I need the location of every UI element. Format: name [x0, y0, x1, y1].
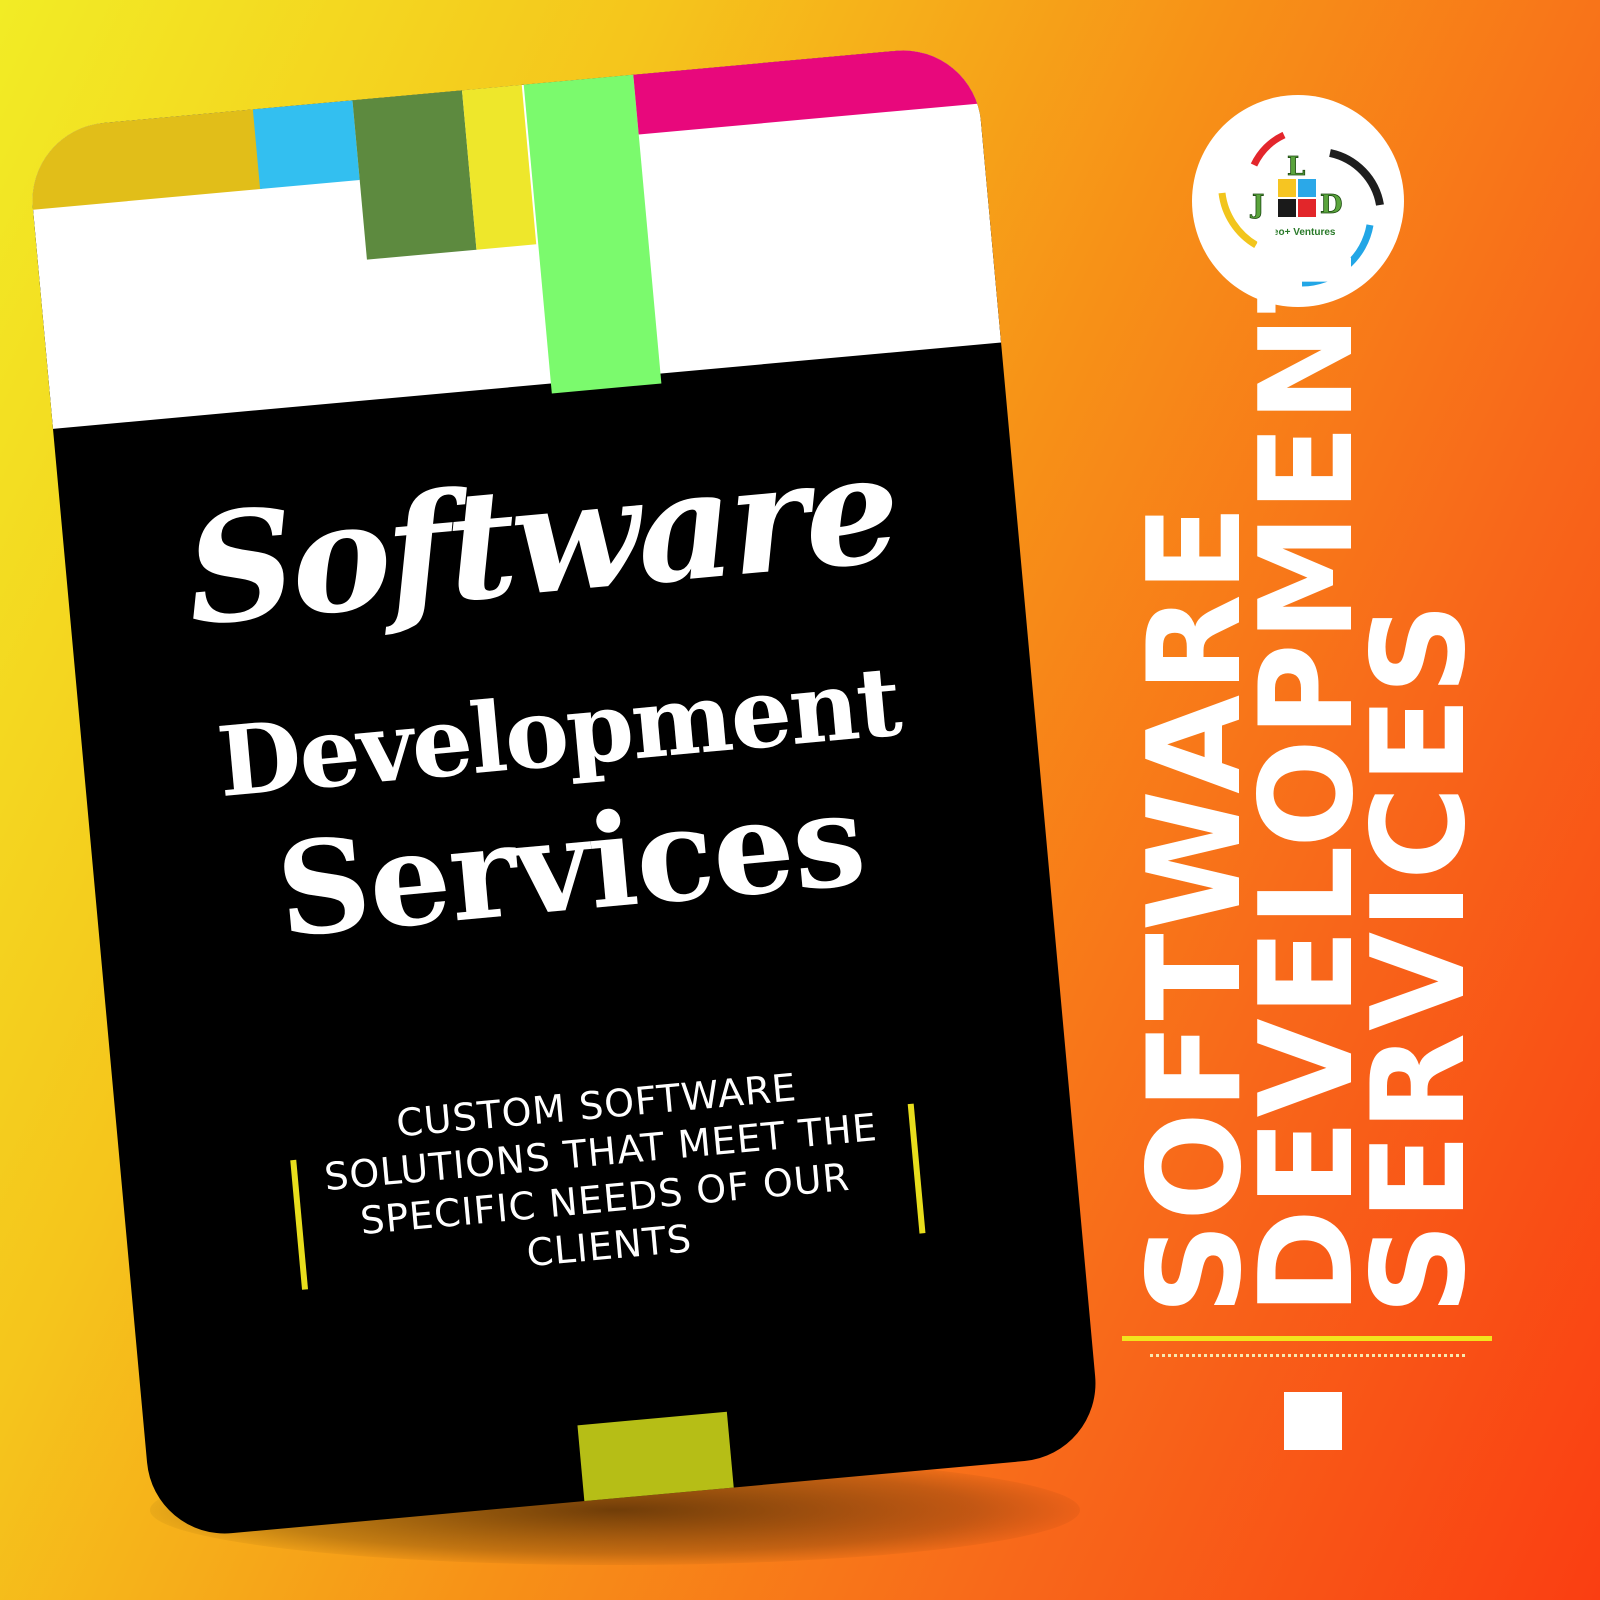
side-heading: SOFTWARE DEVELOPMENT SERVICES	[1121, 224, 1494, 1315]
logo-letter-j: J	[1250, 190, 1264, 220]
tagline-left-bar	[290, 1159, 309, 1290]
script-title: Software	[179, 420, 904, 660]
logo-letter-d: D	[1320, 190, 1343, 220]
promo-card: Software Development Services CUSTOM SOF…	[25, 43, 1103, 1541]
dotted-divider	[1150, 1354, 1465, 1357]
yellow-divider	[1122, 1336, 1492, 1341]
white-square-accent	[1284, 1392, 1342, 1450]
tagline-right-bar	[907, 1103, 926, 1234]
poster: Software Development Services CUSTOM SOF…	[0, 0, 1600, 1600]
blue-block	[252, 100, 360, 190]
tagline: CUSTOM SOFTWARE SOLUTIONS THAT MEET THE …	[322, 1065, 880, 1276]
green-block	[351, 80, 477, 260]
logo-letter-l: L	[1287, 152, 1305, 182]
